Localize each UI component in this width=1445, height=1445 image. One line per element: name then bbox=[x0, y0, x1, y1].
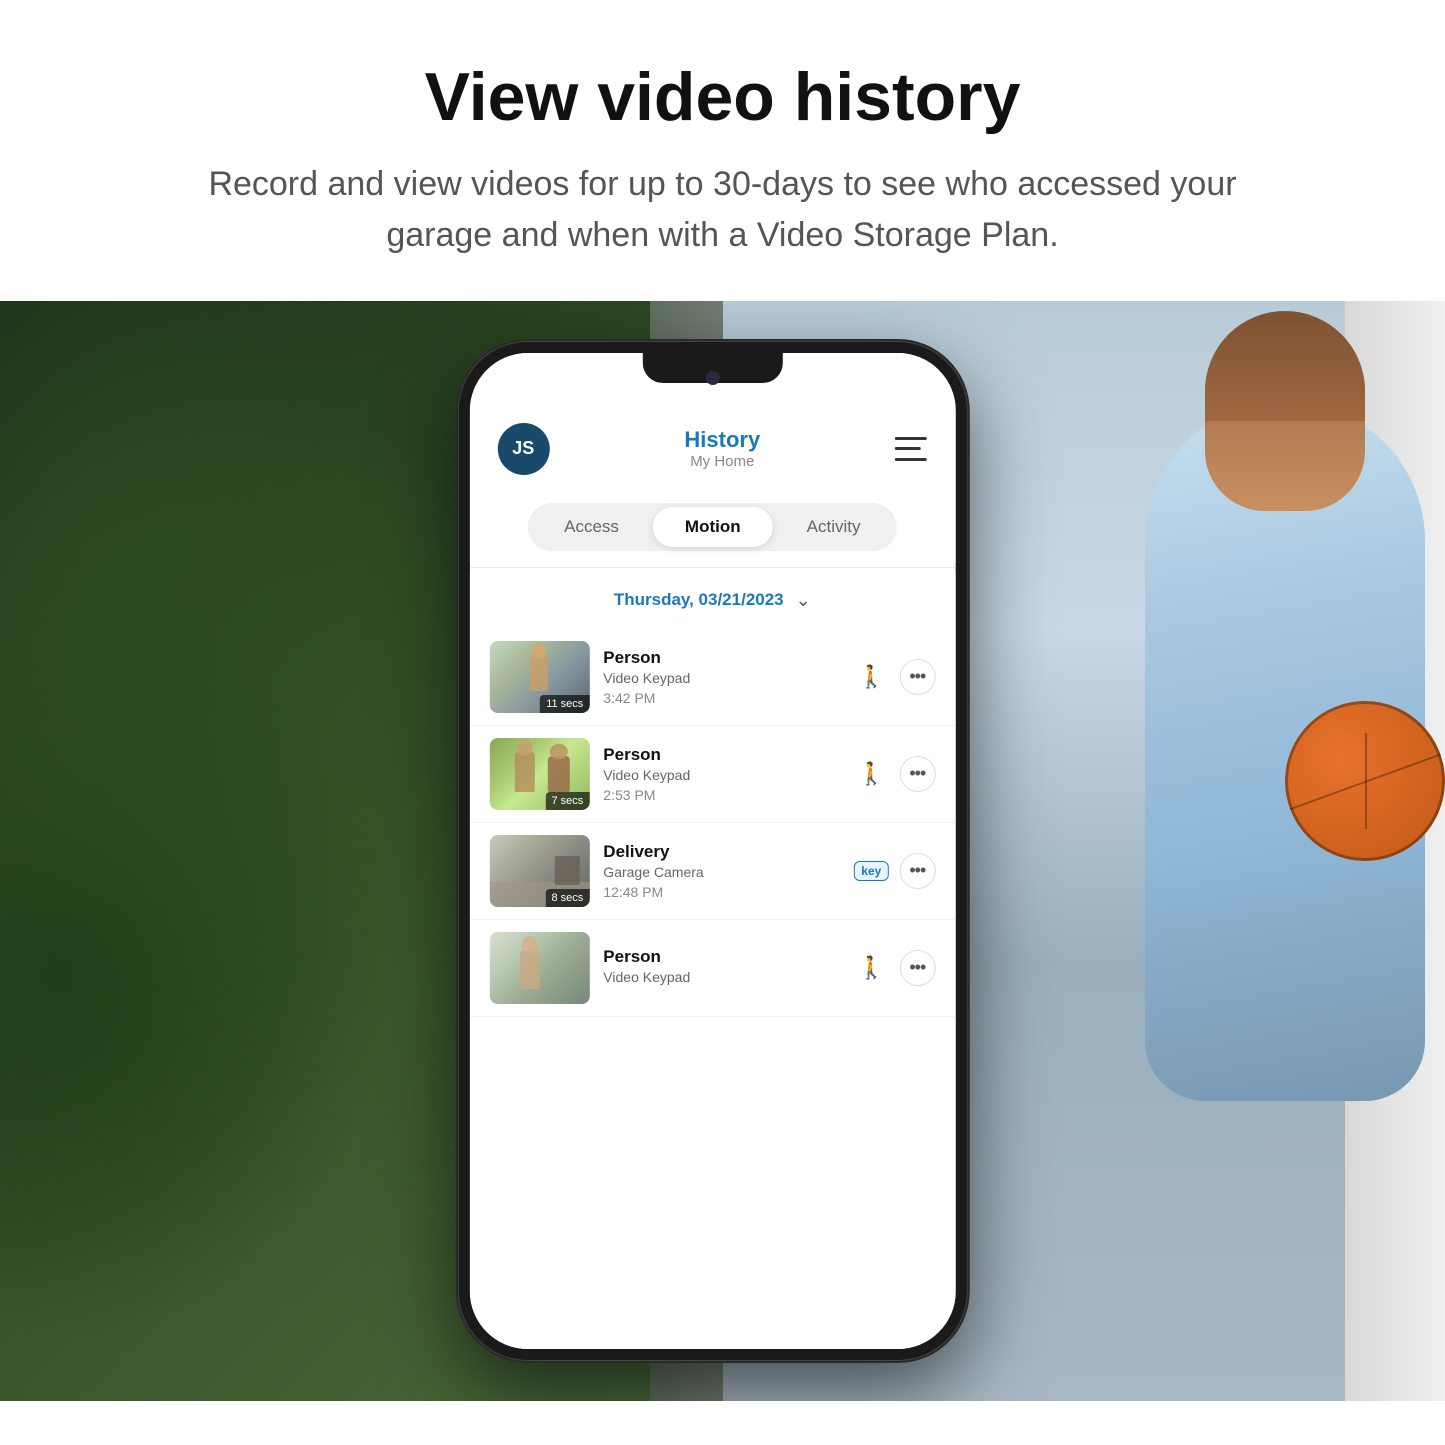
item-title-3: Delivery bbox=[603, 842, 839, 862]
phone-frame: JS History My Home bbox=[457, 341, 967, 1361]
item-info-2: Person Video Keypad 2:53 PM bbox=[603, 745, 839, 803]
date-header[interactable]: Thursday, 03/21/2023 ⌄ bbox=[469, 572, 955, 629]
menu-line-2 bbox=[895, 447, 921, 450]
item-actions-1: 🚶 ••• bbox=[853, 659, 935, 695]
walking-person-icon-2: 🚶 bbox=[858, 761, 885, 787]
video-duration-3: 8 secs bbox=[546, 889, 590, 907]
app-content: JS History My Home bbox=[469, 353, 955, 1349]
item-actions-2: 🚶 ••• bbox=[853, 756, 935, 792]
menu-icon[interactable] bbox=[895, 437, 927, 461]
list-item[interactable]: Person Video Keypad 🚶 ••• bbox=[469, 920, 955, 1017]
item-time-2: 2:53 PM bbox=[603, 787, 839, 803]
more-button-1[interactable]: ••• bbox=[899, 659, 935, 695]
phone-camera bbox=[705, 371, 719, 385]
top-section: View video history Record and view video… bbox=[0, 0, 1445, 301]
phone-screen: JS History My Home bbox=[469, 353, 955, 1349]
date-text: Thursday, 03/21/2023 bbox=[614, 590, 784, 610]
person-head bbox=[1205, 311, 1365, 511]
list-item[interactable]: 11 secs Person Video Keypad 3:42 PM 🚶 bbox=[469, 629, 955, 726]
video-thumbnail-4[interactable] bbox=[489, 932, 589, 1004]
person-icon-2: 🚶 bbox=[853, 756, 889, 792]
person-icon-4: 🚶 bbox=[853, 950, 889, 986]
header-center: History My Home bbox=[684, 427, 760, 470]
video-duration-2: 7 secs bbox=[546, 792, 590, 810]
more-button-2[interactable]: ••• bbox=[899, 756, 935, 792]
phone-container: JS History My Home bbox=[457, 341, 967, 1361]
video-thumbnail-2[interactable]: 7 secs bbox=[489, 738, 589, 810]
key-icon: key bbox=[854, 861, 888, 881]
item-source-4: Video Keypad bbox=[603, 969, 839, 985]
more-button-3[interactable]: ••• bbox=[899, 853, 935, 889]
item-title-1: Person bbox=[603, 648, 839, 668]
tabs-container: Access Motion Activity bbox=[469, 491, 955, 563]
menu-line-3 bbox=[895, 458, 927, 461]
menu-line-1 bbox=[895, 437, 927, 440]
list-item[interactable]: 7 secs Person Video Keypad 2:53 PM 🚶 bbox=[469, 726, 955, 823]
video-thumbnail-1[interactable]: 11 secs bbox=[489, 641, 589, 713]
screen-title: History bbox=[684, 427, 760, 453]
more-button-4[interactable]: ••• bbox=[899, 950, 935, 986]
screen-subtitle: My Home bbox=[684, 453, 760, 470]
item-title-2: Person bbox=[603, 745, 839, 765]
item-info-1: Person Video Keypad 3:42 PM bbox=[603, 648, 839, 706]
tab-access[interactable]: Access bbox=[532, 507, 651, 547]
divider bbox=[469, 567, 955, 568]
walking-person-icon: 🚶 bbox=[858, 664, 885, 690]
video-thumbnail-3[interactable]: 8 secs bbox=[489, 835, 589, 907]
key-badge-icon: key bbox=[853, 853, 889, 889]
phone-notch bbox=[642, 353, 782, 383]
item-time-3: 12:48 PM bbox=[603, 884, 839, 900]
tabs-inner: Access Motion Activity bbox=[528, 503, 896, 551]
item-title-4: Person bbox=[603, 947, 839, 967]
basketball bbox=[1285, 701, 1445, 861]
item-actions-3: key ••• bbox=[853, 853, 935, 889]
item-actions-4: 🚶 ••• bbox=[853, 950, 935, 986]
chevron-down-icon: ⌄ bbox=[796, 590, 811, 611]
tab-activity[interactable]: Activity bbox=[775, 507, 893, 547]
walking-person-icon-4: 🚶 bbox=[858, 955, 885, 981]
person-icon-1: 🚶 bbox=[853, 659, 889, 695]
page-title: View video history bbox=[200, 60, 1245, 135]
page-subtitle: Record and view videos for up to 30-days… bbox=[200, 159, 1245, 261]
list-item[interactable]: 8 secs Delivery Garage Camera 12:48 PM k… bbox=[469, 823, 955, 920]
tab-motion[interactable]: Motion bbox=[653, 507, 773, 547]
item-info-4: Person Video Keypad bbox=[603, 947, 839, 989]
background-section: JS History My Home bbox=[0, 301, 1445, 1401]
video-duration-1: 11 secs bbox=[540, 695, 589, 713]
item-source-1: Video Keypad bbox=[603, 670, 839, 686]
item-source-2: Video Keypad bbox=[603, 767, 839, 783]
avatar[interactable]: JS bbox=[497, 423, 549, 475]
item-source-3: Garage Camera bbox=[603, 864, 839, 880]
history-list: 11 secs Person Video Keypad 3:42 PM 🚶 bbox=[469, 629, 955, 1349]
item-time-1: 3:42 PM bbox=[603, 690, 839, 706]
item-info-3: Delivery Garage Camera 12:48 PM bbox=[603, 842, 839, 900]
